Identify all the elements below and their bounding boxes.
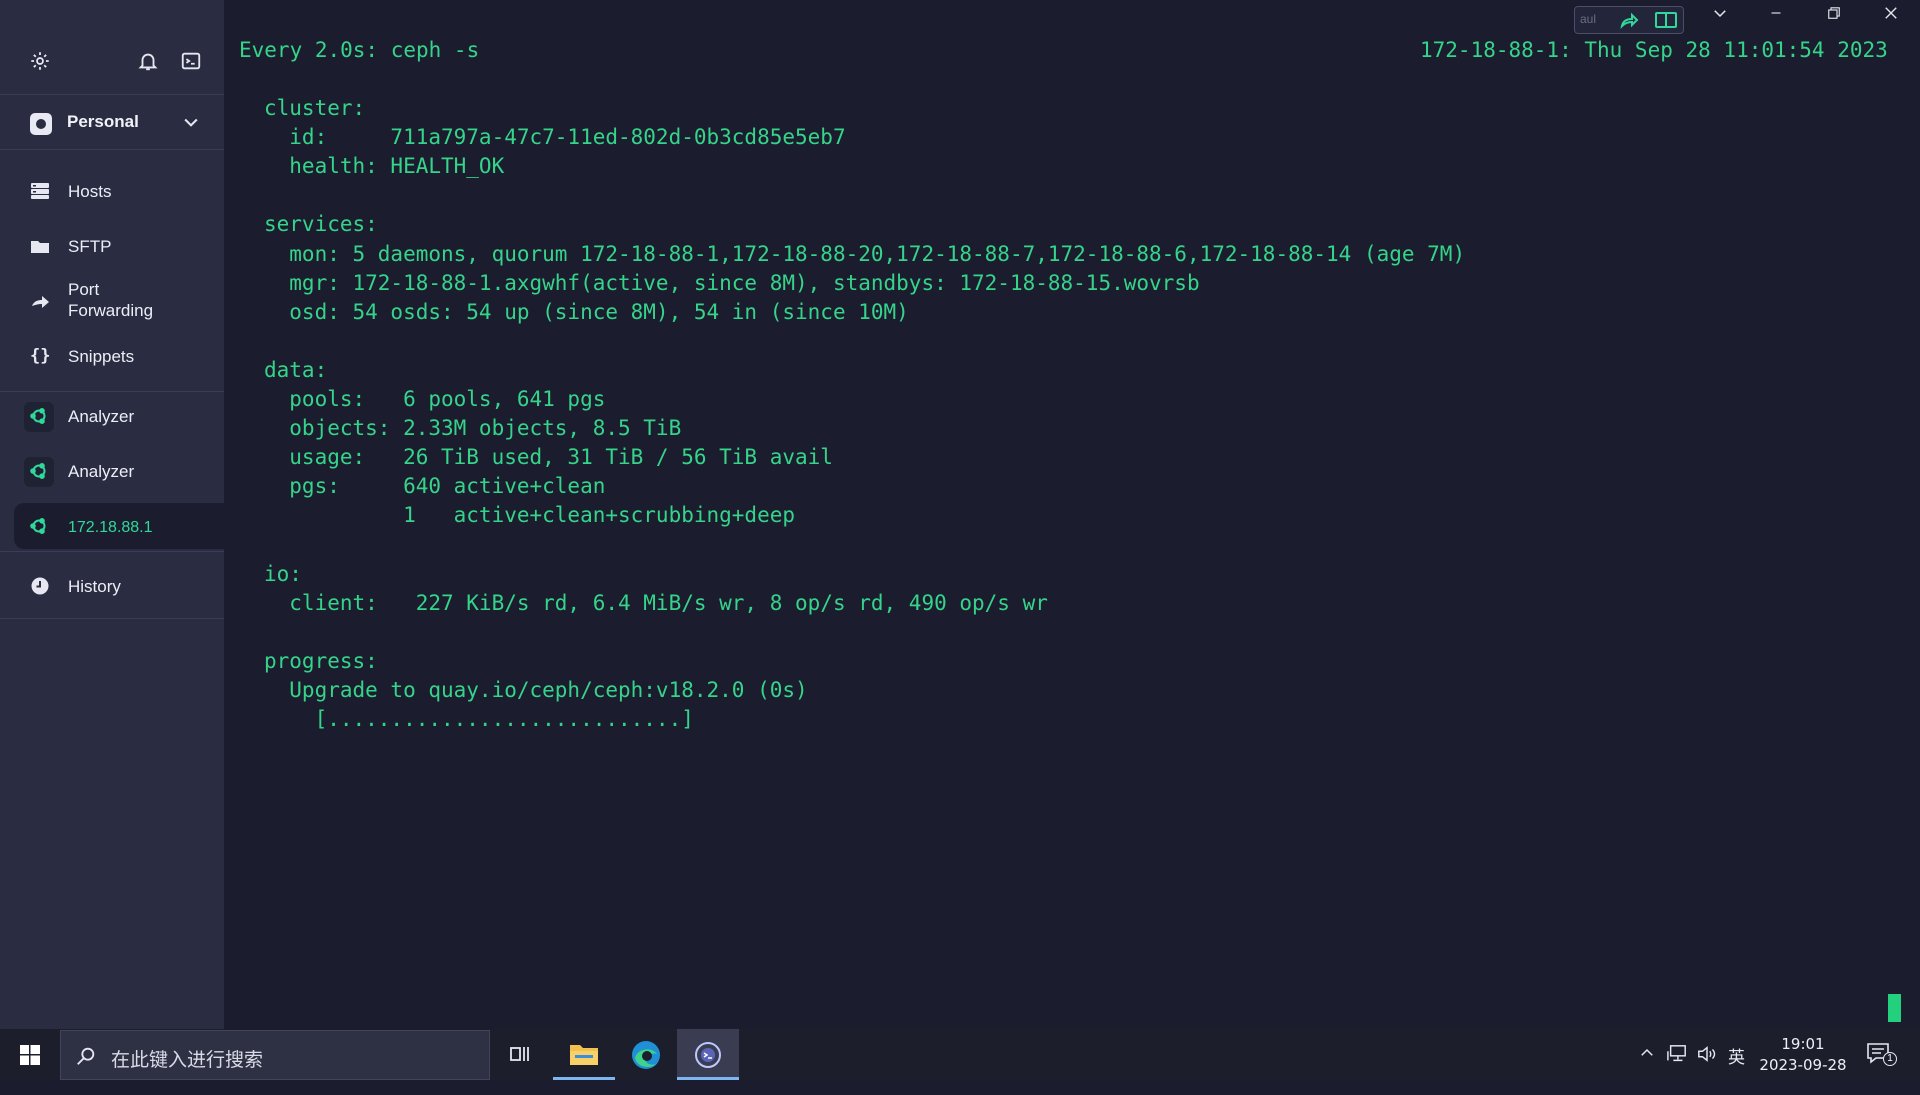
sidebar-item-label: Snippets	[68, 347, 135, 366]
terminal-line: io:	[264, 561, 302, 586]
notification-badge: 1	[1883, 1052, 1897, 1066]
ubuntu-icon	[29, 516, 49, 536]
close-icon[interactable]	[1863, 4, 1919, 36]
taskbar-app-edge[interactable]	[615, 1029, 677, 1080]
sidebar-item-sftp[interactable]: SFTP	[14, 223, 210, 269]
termius-icon	[695, 1042, 721, 1068]
network-icon[interactable]	[1666, 1044, 1688, 1095]
vault-icon	[30, 113, 52, 135]
terminal-line: Upgrade to quay.io/ceph/ceph:v18.2.0 (0s…	[264, 678, 808, 702]
clock-date: 2023-09-28	[1759, 1056, 1847, 1074]
search-placeholder: 在此键入进行搜索	[111, 1049, 264, 1071]
folder-icon	[570, 1045, 598, 1065]
divider	[0, 551, 224, 552]
terminal-line: [............................]	[264, 707, 694, 732]
sidebar-item-host-172-18-88-1[interactable]: 172.18.88.1	[14, 503, 224, 549]
terminal-line: health: HEALTH_OK	[264, 154, 505, 179]
taskbar-app-file-explorer[interactable]	[553, 1029, 615, 1080]
terminal-line: pools: 6 pools, 641 pgs	[264, 387, 606, 411]
terminal-line: progress:	[264, 648, 378, 673]
folder-icon	[30, 236, 50, 256]
sidebar-item-label: Port Forwarding	[68, 280, 154, 320]
watch-timestamp: 172-18-88-1: Thu Sep 28 11:01:54 2023	[1420, 38, 1888, 62]
terminal-line: cluster:	[264, 96, 366, 120]
edge-icon	[632, 1041, 660, 1069]
terminal-cursor	[1888, 994, 1901, 1022]
sidebar-item-history[interactable]: History	[14, 563, 210, 609]
toolbar-label: aul	[1580, 12, 1597, 26]
taskbar-clock[interactable]: 19:01 2023-09-28	[1758, 1034, 1848, 1076]
watch-header: Every 2.0s: ceph -s	[239, 38, 480, 62]
sidebar-item-hosts[interactable]: Hosts	[14, 168, 210, 214]
terminal-line: objects: 2.33M objects, 8.5 TiB	[264, 416, 682, 441]
taskbar-app-termius[interactable]	[677, 1029, 739, 1080]
split-view-icon[interactable]	[1655, 11, 1677, 34]
terminal-line: client: 227 KiB/s rd, 6.4 MiB/s wr, 8 op…	[264, 590, 1048, 615]
terminal-line: mgr: 172-18-88-1.axgwhf(active, since 8M…	[264, 270, 1200, 295]
terminal-line: mon: 5 daemons, quorum 172-18-88-1,172-1…	[264, 241, 1466, 266]
divider	[0, 618, 224, 619]
task-view-icon	[510, 1047, 529, 1061]
terminal-line: usage: 26 TiB used, 31 TiB / 56 TiB avai…	[264, 445, 833, 470]
sidebar-item-label: Analyzer	[68, 407, 135, 426]
terminal-line: osd: 54 osds: 54 up (since 8M), 54 in (s…	[264, 299, 909, 324]
start-button[interactable]	[0, 1029, 60, 1080]
sidebar-item-label: 172.18.88.1	[68, 519, 153, 536]
sidebar-header	[0, 0, 224, 95]
port-forwarding-icon	[30, 294, 50, 314]
terminal-pane[interactable]: Every 2.0s: ceph -s 172-18-88-1: Thu Sep…	[224, 0, 1920, 1029]
task-view-button[interactable]	[490, 1029, 552, 1080]
gear-icon[interactable]	[29, 50, 51, 72]
terminal-line: 1 active+clean+scrubbing+deep	[264, 503, 796, 528]
sidebar-item-analyzer[interactable]: Analyzer	[14, 393, 210, 439]
vault-label: Personal	[67, 112, 139, 131]
sidebar-item-label: Hosts	[68, 182, 112, 201]
windows-logo-icon	[20, 1045, 40, 1065]
hosts-icon	[30, 181, 50, 201]
chevron-down-icon[interactable]	[1692, 4, 1748, 36]
terminal-line: data:	[264, 357, 328, 382]
terminal-line: id: 711a797a-47c7-11ed-802d-0b3cd85e5eb7	[264, 125, 846, 150]
sidebar-item-label: Analyzer	[68, 462, 135, 481]
clock-icon	[30, 576, 50, 596]
notification-center-button[interactable]: 1	[1866, 1042, 1897, 1093]
ubuntu-icon	[29, 406, 49, 426]
share-icon[interactable]	[1619, 11, 1639, 34]
restore-icon[interactable]	[1806, 4, 1862, 36]
volume-icon[interactable]	[1696, 1044, 1718, 1095]
clock-time: 19:01	[1781, 1035, 1825, 1053]
bell-icon[interactable]	[137, 50, 159, 72]
ime-indicator[interactable]: 英	[1728, 1043, 1745, 1094]
chevron-up-icon[interactable]	[1638, 1044, 1656, 1095]
chevron-down-icon[interactable]	[181, 112, 201, 132]
snippets-icon: {}	[30, 346, 51, 366]
sidebar-item-snippets[interactable]: {} Snippets	[14, 333, 210, 379]
sidebar-item-analyzer[interactable]: Analyzer	[14, 448, 210, 494]
terminal-icon[interactable]	[180, 50, 202, 72]
minimize-icon[interactable]	[1748, 4, 1804, 36]
ubuntu-icon	[29, 461, 49, 481]
taskbar-search-box[interactable]: 在此键入进行搜索	[60, 1030, 490, 1080]
taskbar: 在此键入进行搜索 英 19:01 2023-09-28 1	[0, 1029, 1920, 1080]
terminal-toolbar[interactable]: aul	[1574, 6, 1684, 34]
search-icon	[77, 1047, 95, 1065]
sidebar-item-port-forwarding[interactable]: Port Forwarding	[14, 277, 210, 331]
sidebar: Personal Hosts SFTP Port Forwarding {} S…	[0, 0, 224, 1029]
terminal-line: pgs: 640 active+clean	[264, 474, 606, 499]
terminal-line: services:	[264, 212, 378, 237]
sidebar-item-label: History	[68, 577, 121, 596]
sidebar-item-label: SFTP	[68, 237, 112, 256]
divider	[0, 391, 224, 392]
